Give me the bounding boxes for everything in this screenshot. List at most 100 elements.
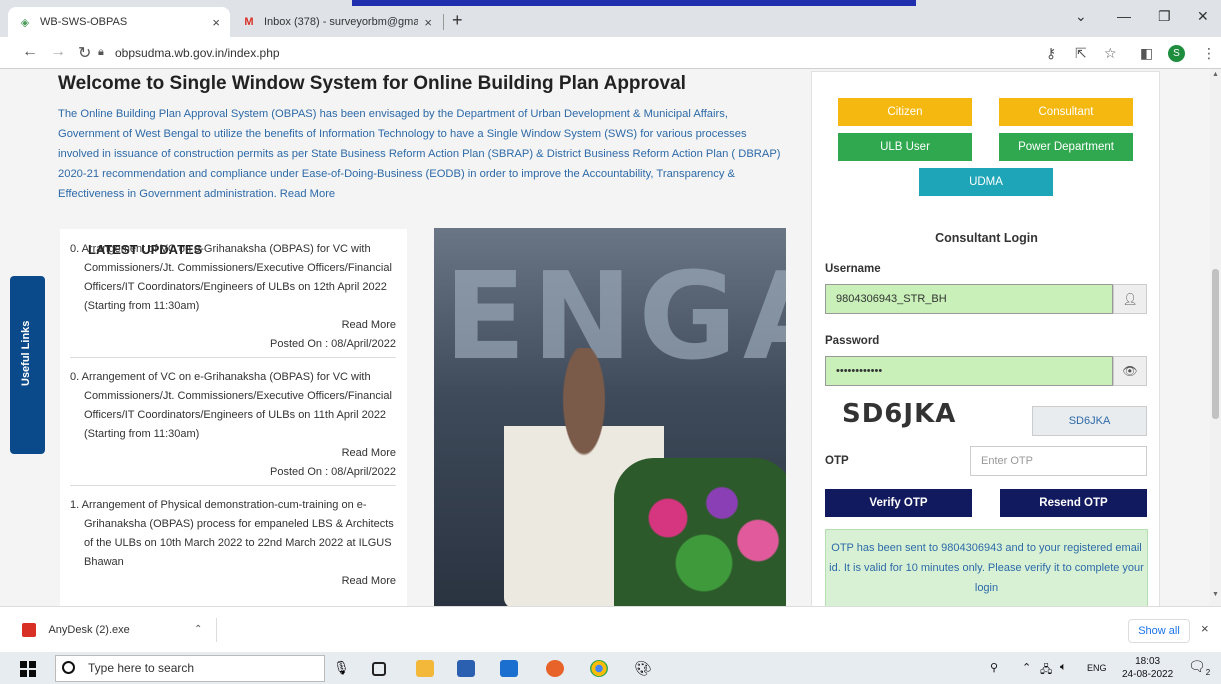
cortana-circle-icon [62, 661, 75, 674]
page-scrollbar[interactable]: ▲ ▼ [1210, 69, 1221, 606]
update-text: 1. Arrangement of Physical demonstration… [70, 499, 394, 568]
intro-paragraph: The Online Building Plan Approval System… [58, 104, 788, 204]
udma-button[interactable]: UDMA [919, 168, 1053, 196]
clock-time: 18:03 [1135, 656, 1161, 667]
chrome-icon[interactable] [590, 660, 608, 677]
network-icon[interactable]: 🖧︎ [1040, 661, 1052, 680]
login-title: Consultant Login [935, 231, 1038, 245]
language-indicator[interactable]: ENG [1087, 663, 1107, 673]
tab-gmail-inbox[interactable]: M Inbox (378) - surveyorbm@gma × [232, 7, 442, 37]
site-favicon-icon: ◈ [20, 16, 30, 29]
show-all-button[interactable]: Show all [1128, 619, 1190, 643]
restore-icon[interactable]: ❐ [1158, 8, 1171, 25]
clock-date: 24-08-2022 [1122, 669, 1174, 680]
system-clock[interactable]: 18:03 24-08-2022 [1122, 655, 1173, 681]
tray-chevron-icon[interactable]: ⌃ [1022, 661, 1031, 674]
update-read-more-link[interactable]: Read More [70, 572, 396, 591]
downloads-bar: AnyDesk (2).exe ⌃ Show all × [0, 606, 1221, 652]
list-item: 0. Arrangement of VC on e-Grihanaksha (O… [70, 240, 400, 358]
notification-icon[interactable]: 🗨︎2 [1188, 658, 1210, 677]
chevron-up-icon[interactable]: ⌃ [194, 618, 202, 642]
tab-close-icon[interactable]: × [424, 15, 432, 30]
bookmark-star-icon[interactable]: ☆ [1104, 45, 1117, 62]
mail-icon[interactable] [500, 660, 518, 677]
username-field[interactable]: 9804306943_STR_BH [825, 284, 1113, 314]
profile-avatar[interactable]: S [1168, 45, 1185, 62]
top-banner-strip [352, 0, 916, 6]
menu-kebab-icon[interactable]: ⋮ [1202, 45, 1216, 62]
download-item[interactable]: AnyDesk (2).exe ⌃ [22, 618, 217, 642]
update-posted-date: Posted On : 08/April/2022 [70, 463, 396, 486]
tab-close-icon[interactable]: × [212, 15, 220, 30]
reload-icon[interactable]: ↻ [78, 43, 91, 63]
task-view-icon[interactable] [372, 662, 386, 676]
power-department-button[interactable]: Power Department [999, 133, 1133, 161]
share-icon[interactable]: ⇱ [1075, 45, 1087, 62]
file-explorer-icon[interactable] [416, 660, 434, 677]
chief-minister-photo: ENGA [434, 228, 786, 606]
tab-title: WB-SWS-OBPAS [40, 16, 128, 28]
scrollbar-thumb[interactable] [1212, 269, 1219, 419]
username-label: Username [825, 263, 881, 275]
verify-otp-button[interactable]: Verify OTP [825, 489, 972, 517]
back-icon[interactable]: ← [22, 43, 38, 61]
key-icon[interactable]: ⚷ [1046, 45, 1056, 62]
scroll-down-icon[interactable]: ▼ [1212, 591, 1219, 598]
update-read-more-link[interactable]: Read More [70, 316, 396, 335]
windows-start-icon[interactable] [20, 661, 36, 677]
citizen-button[interactable]: Citizen [838, 98, 972, 126]
tab-wb-sws-obpas[interactable]: ◈ WB-SWS-OBPAS × [8, 7, 230, 37]
otp-label: OTP [825, 455, 849, 467]
browser-tabbar: ◈ WB-SWS-OBPAS × M Inbox (378) - surveyo… [0, 0, 1221, 37]
tab-separator [443, 14, 444, 30]
firefox-icon[interactable] [546, 660, 564, 677]
password-label: Password [825, 335, 880, 347]
people-icon[interactable]: ⚲ [990, 661, 998, 674]
updates-list: 0. Arrangement of VC on e-Grihanaksha (O… [70, 240, 400, 601]
close-downloads-icon[interactable]: × [1201, 621, 1209, 636]
update-text: 0. Arrangement of VC on e-Grihanaksha (O… [70, 371, 392, 440]
sidepanel-icon[interactable]: ◧ [1140, 45, 1153, 62]
update-text: 0. Arrangement of VC on e-Grihanaksha (O… [70, 243, 392, 312]
tab-search-icon[interactable]: ⌄ [1075, 8, 1087, 25]
address-bar: ← → ↻ 🔒︎ obpsudma.wb.gov.in/index.php ⚷ … [0, 37, 1221, 69]
resend-otp-button[interactable]: Resend OTP [1000, 489, 1147, 517]
list-item: 0. Arrangement of VC on e-Grihanaksha (O… [70, 368, 400, 486]
forward-icon[interactable]: → [50, 43, 66, 61]
useful-links-tab[interactable]: Useful Links [10, 276, 45, 454]
download-filename: AnyDesk (2).exe [48, 624, 130, 636]
lock-icon[interactable]: 🔒︎ [98, 46, 104, 59]
consultant-button[interactable]: Consultant [999, 98, 1133, 126]
ulb-user-button[interactable]: ULB User [838, 133, 972, 161]
update-read-more-link[interactable]: Read More [70, 444, 396, 463]
microphone-icon[interactable]: 🎙︎ [333, 660, 351, 677]
close-window-icon[interactable]: ✕ [1197, 8, 1209, 25]
otp-sent-message: OTP has been sent to 9804306943 and to y… [825, 529, 1148, 606]
scroll-up-icon[interactable]: ▲ [1212, 71, 1219, 78]
latest-updates-panel: LATEST UPDATES 0. Arrangement of VC on e… [60, 229, 407, 606]
useful-links-label: Useful Links [20, 320, 32, 386]
login-panel: Citizen Consultant ULB User Power Depart… [811, 71, 1160, 606]
flower-arrangement [614, 458, 786, 606]
password-field[interactable]: •••••••••••• [825, 356, 1113, 386]
paint-icon[interactable]: 🎨︎ [634, 660, 652, 677]
show-password-eye-icon[interactable]: 👁︎ [1113, 356, 1147, 386]
user-icon: 👤︎ [1113, 284, 1147, 314]
page-content: Welcome to Single Window System for Onli… [0, 69, 1210, 606]
update-posted-date: Posted On : 08/April/2022 [70, 335, 396, 358]
taskbar-search-input[interactable]: Type here to search [55, 655, 325, 682]
captcha-image: SD6JKA [842, 399, 957, 429]
page-title: Welcome to Single Window System for Onli… [58, 73, 686, 94]
new-tab-button[interactable]: + [452, 10, 463, 31]
tab-title: Inbox (378) - surveyorbm@gma [264, 16, 419, 28]
url-field[interactable]: obpsudma.wb.gov.in/index.php [115, 46, 280, 60]
notification-count: 2 [1205, 667, 1211, 677]
captcha-input[interactable]: SD6JKA [1032, 406, 1147, 436]
otp-input[interactable]: Enter OTP [970, 446, 1147, 476]
intro-read-more-link[interactable]: Read More [280, 188, 335, 200]
minimize-icon[interactable]: — [1117, 8, 1131, 24]
volume-icon[interactable]: 🔈︎ [1060, 661, 1067, 674]
list-item: 1. Arrangement of Physical demonstration… [70, 496, 400, 591]
anydesk-file-icon [22, 623, 36, 638]
store-icon[interactable] [457, 660, 475, 677]
